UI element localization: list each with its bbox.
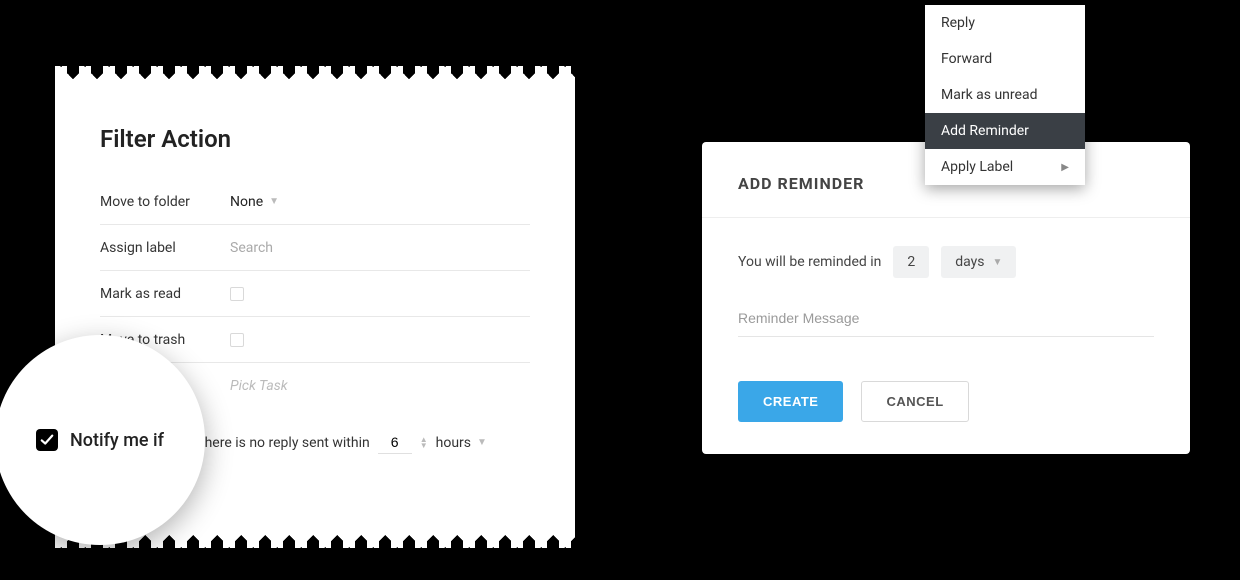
dropdown-value: None [230, 194, 263, 210]
reminder-message-input[interactable] [738, 304, 1154, 337]
dropdown-move-to-folder[interactable]: None ▼ [230, 194, 530, 210]
label-assign-label: Assign label [100, 240, 230, 256]
remind-value: 2 [907, 254, 915, 270]
remind-value-input[interactable]: 2 [893, 246, 929, 278]
row-move-to-folder: Move to folder None ▼ [100, 179, 530, 225]
notify-number-input[interactable] [378, 431, 412, 454]
menu-item-forward[interactable]: Forward [925, 41, 1085, 77]
chevron-down-icon: ▼ [993, 257, 1003, 268]
reminder-body: You will be reminded in 2 days ▼ CREATE … [702, 218, 1190, 454]
chevron-down-icon: ▼ [477, 437, 487, 448]
remind-lead-text: You will be reminded in [738, 254, 881, 270]
cancel-button[interactable]: CANCEL [861, 381, 968, 422]
chevron-down-icon: ▼ [269, 196, 279, 207]
check-icon [40, 433, 54, 447]
add-reminder-panel: ADD REMINDER You will be reminded in 2 d… [702, 142, 1190, 454]
checkbox-move-to-trash[interactable] [230, 333, 244, 347]
checkbox-mark-as-read[interactable] [230, 287, 244, 301]
notify-checkbox-label: Notify me if [70, 430, 164, 451]
menu-item-label: Apply Label [941, 159, 1013, 175]
notify-highlight: Notify me if [0, 335, 205, 545]
menu-item-add-reminder[interactable]: Add Reminder [925, 113, 1085, 149]
create-button[interactable]: CREATE [738, 381, 843, 422]
label-move-to-folder: Move to folder [100, 194, 230, 210]
chevron-right-icon: ▶ [1061, 162, 1069, 173]
context-menu: Reply Forward Mark as unread Add Reminde… [925, 5, 1085, 185]
remind-line: You will be reminded in 2 days ▼ [738, 246, 1154, 278]
remind-unit-dropdown[interactable]: days ▼ [941, 246, 1016, 278]
notify-sentence: there is no reply sent within [200, 435, 370, 451]
reminder-actions: CREATE CANCEL [738, 381, 1154, 422]
menu-item-label: Forward [941, 51, 992, 67]
chevron-down-icon: ▼ [420, 443, 428, 449]
label-mark-as-read: Mark as read [100, 286, 230, 302]
row-move-to-trash: Move to trash [100, 317, 530, 363]
menu-item-label: Mark as unread [941, 87, 1037, 103]
menu-item-reply[interactable]: Reply [925, 5, 1085, 41]
input-assign-label[interactable]: Search [230, 240, 530, 256]
placeholder-text: Search [230, 240, 273, 256]
row-assign-label: Assign label Search [100, 225, 530, 271]
placeholder-text: Pick Task [230, 378, 288, 394]
notify-checkbox[interactable] [36, 429, 58, 451]
remind-unit: days [955, 254, 984, 270]
filter-action-title: Filter Action [100, 125, 530, 153]
row-mark-as-read: Mark as read [100, 271, 530, 317]
menu-item-label: Reply [941, 15, 975, 31]
notify-unit-value: hours [436, 435, 471, 451]
dropdown-pick-task[interactable]: Pick Task [230, 378, 530, 394]
number-stepper[interactable]: ▲ ▼ [420, 437, 428, 449]
menu-item-label: Add Reminder [941, 123, 1029, 139]
menu-item-apply-label[interactable]: Apply Label ▶ [925, 149, 1085, 185]
notify-unit-dropdown[interactable]: hours ▼ [436, 435, 487, 451]
menu-item-mark-unread[interactable]: Mark as unread [925, 77, 1085, 113]
